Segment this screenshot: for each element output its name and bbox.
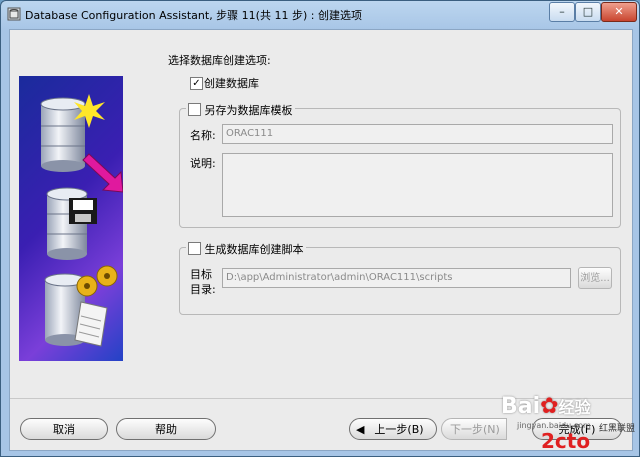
options-heading: 选择数据库创建选项: bbox=[168, 54, 271, 67]
minimize-button[interactable]: – bbox=[549, 2, 575, 22]
back-arrow-icon: ◀ bbox=[356, 423, 365, 436]
back-button-label: 上一步(B) bbox=[374, 423, 424, 436]
script-directory-field[interactable]: D:\app\Administrator\admin\ORAC111\scrip… bbox=[222, 268, 571, 288]
template-name-field[interactable]: ORAC111 bbox=[222, 124, 613, 144]
browse-button[interactable]: 浏览... bbox=[578, 267, 612, 289]
cancel-button[interactable]: 取消 bbox=[20, 418, 108, 440]
watermark-logo: 2cto bbox=[541, 429, 591, 453]
save-template-checkbox[interactable] bbox=[188, 103, 201, 116]
database-app-icon bbox=[7, 7, 21, 21]
close-button[interactable]: ✕ bbox=[601, 2, 637, 22]
database-illustration-icon bbox=[40, 94, 124, 347]
watermark-logo-sub: 红黑联盟 bbox=[599, 424, 636, 434]
template-name-label: 名称: bbox=[190, 129, 216, 142]
create-database-label: 创建数据库 bbox=[204, 77, 259, 90]
generate-scripts-label: 生成数据库创建脚本 bbox=[204, 243, 304, 256]
wizard-illustration bbox=[19, 76, 124, 361]
dialog-body: 选择数据库创建选项: ✓ 创建数据库 另存为数据库模板 名称: ORAC111 … bbox=[9, 29, 633, 451]
template-legend: 另存为数据库模板 bbox=[186, 101, 295, 118]
watermark-baidu: Bai✿经验 bbox=[501, 394, 591, 419]
destination-label-line2: 目录: bbox=[190, 283, 216, 296]
title-bar[interactable]: Database Configuration Assistant, 步骤 11(… bbox=[1, 1, 639, 29]
save-template-label: 另存为数据库模板 bbox=[204, 104, 293, 117]
next-button[interactable]: 下一步(N) bbox=[441, 418, 507, 440]
generate-scripts-checkbox[interactable] bbox=[188, 242, 201, 255]
dialog-window: Database Configuration Assistant, 步骤 11(… bbox=[0, 0, 640, 457]
destination-label-line1: 目标 bbox=[190, 268, 212, 281]
help-button[interactable]: 帮助 bbox=[116, 418, 216, 440]
template-desc-label: 说明: bbox=[190, 157, 216, 170]
template-desc-field[interactable] bbox=[222, 153, 613, 217]
back-button[interactable]: ◀ 上一步(B) bbox=[349, 418, 437, 440]
window-title: Database Configuration Assistant, 步骤 11(… bbox=[25, 9, 362, 22]
create-database-checkbox[interactable]: ✓ bbox=[190, 77, 203, 90]
scripts-legend: 生成数据库创建脚本 bbox=[186, 240, 306, 257]
maximize-button[interactable]: □ bbox=[575, 2, 601, 22]
